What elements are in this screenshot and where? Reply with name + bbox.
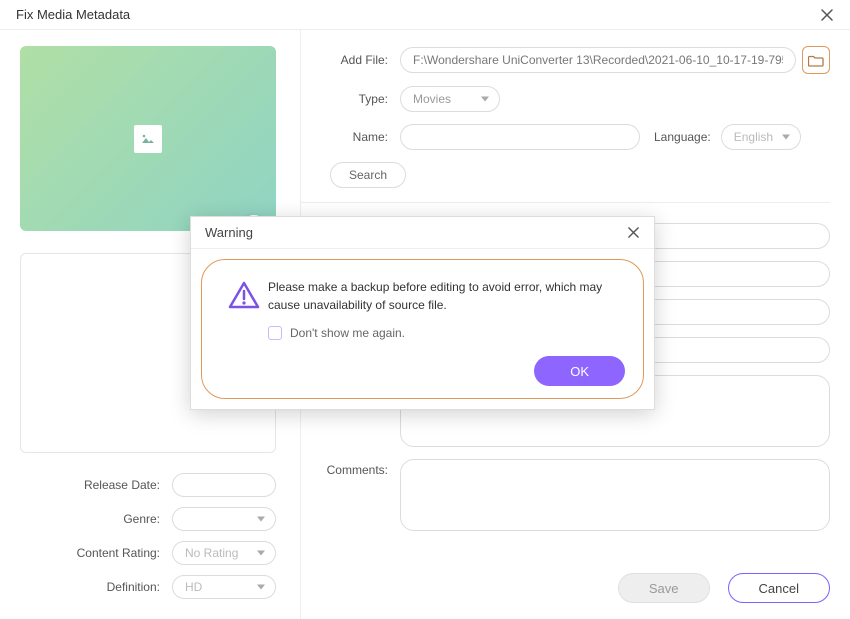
- horizontal-divider: [300, 202, 830, 203]
- addfile-input[interactable]: [400, 47, 796, 73]
- media-thumbnail: [20, 46, 276, 231]
- save-button[interactable]: Save: [618, 573, 710, 603]
- dont-show-again-label: Don't show me again.: [290, 326, 405, 340]
- addfile-label: Add File:: [300, 53, 400, 67]
- type-label: Type:: [300, 92, 400, 106]
- definition-select[interactable]: HD: [172, 575, 276, 599]
- content-rating-select[interactable]: No Rating: [172, 541, 276, 565]
- dialog-message: Please make a backup before editing to a…: [268, 278, 625, 314]
- content-rating-label: Content Rating:: [20, 546, 172, 560]
- browse-folder-button[interactable]: [802, 46, 830, 74]
- type-select[interactable]: Movies: [400, 86, 500, 112]
- warning-triangle-icon: [220, 278, 268, 314]
- folder-icon: [808, 53, 824, 67]
- release-date-input[interactable]: [172, 473, 276, 497]
- genre-label: Genre:: [20, 512, 172, 526]
- image-placeholder-icon: [134, 125, 162, 153]
- checkbox-icon: [268, 326, 282, 340]
- definition-label: Definition:: [20, 580, 172, 594]
- comments-label: Comments:: [300, 459, 400, 477]
- dialog-title: Warning: [205, 225, 253, 240]
- genre-select[interactable]: [172, 507, 276, 531]
- release-date-label: Release Date:: [20, 478, 172, 492]
- language-select[interactable]: English: [721, 124, 801, 150]
- window-title: Fix Media Metadata: [16, 7, 130, 22]
- dont-show-again-checkbox[interactable]: Don't show me again.: [268, 326, 625, 340]
- name-input[interactable]: [400, 124, 640, 150]
- close-icon[interactable]: [820, 8, 834, 22]
- name-label: Name:: [300, 130, 400, 144]
- cancel-button[interactable]: Cancel: [728, 573, 830, 603]
- titlebar: Fix Media Metadata: [0, 0, 850, 30]
- search-button[interactable]: Search: [330, 162, 406, 188]
- warning-dialog: Warning Please make a backup before edit…: [190, 216, 655, 410]
- comments-textarea[interactable]: [400, 459, 830, 531]
- dialog-ok-button[interactable]: OK: [534, 356, 625, 386]
- dialog-close-icon[interactable]: [627, 226, 640, 239]
- language-label: Language:: [654, 130, 711, 144]
